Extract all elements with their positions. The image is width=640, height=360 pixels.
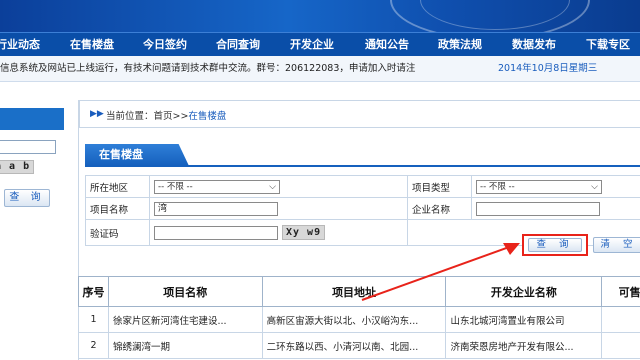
left-search-panel: a a b 查 询 bbox=[0, 88, 64, 360]
project-type-select-value: -- 不限 -- bbox=[480, 181, 515, 192]
project-name-input[interactable]: 湾 bbox=[154, 201, 278, 216]
header-banner bbox=[0, 0, 640, 32]
nav-item-downloads[interactable]: 下载专区 bbox=[586, 33, 630, 57]
project-address-cell: 高新区宙源大街以北、小汉峪沟东... bbox=[261, 306, 447, 333]
project-type-select[interactable]: -- 不限 -- ⌵ bbox=[476, 179, 602, 194]
chevron-down-icon: ⌵ bbox=[269, 181, 276, 192]
main-nav: 行业动态 在售楼盘 今日签约 合同查询 开发企业 通知公告 政策法规 数据发布 … bbox=[0, 32, 640, 56]
captcha-image[interactable]: Xy w9 bbox=[282, 225, 326, 240]
nav-item-today-signed[interactable]: 今日签约 bbox=[143, 33, 187, 57]
captcha-input[interactable] bbox=[154, 225, 278, 240]
breadcrumb-prefix: 当前位置：首页>> bbox=[106, 111, 189, 122]
table-row[interactable]: 2 锦绣澜湾一期 二环东路以西、小清河以南、北园... 济南荣恩房地产开发有限公… bbox=[78, 332, 640, 359]
section-title: 在售楼盘 bbox=[85, 144, 189, 166]
clear-button[interactable]: 清 空 bbox=[593, 237, 640, 253]
nav-item-industry-news[interactable]: 行业动态 bbox=[0, 33, 40, 57]
company-label: 企业名称 bbox=[407, 197, 472, 220]
nav-item-on-sale[interactable]: 在售楼盘 bbox=[70, 33, 114, 57]
available-cell bbox=[601, 306, 640, 333]
notice-ticker: 信息系统及网站已上线运行，有技术问题请到技术群中交流。群号：206122083，… bbox=[0, 56, 640, 82]
developer-cell: 山东北城河湾置业有限公司 bbox=[445, 306, 603, 333]
column-header: 项目地址 bbox=[261, 276, 447, 307]
region-select-value: -- 不限 -- bbox=[158, 181, 193, 192]
double-arrow-icon: ▶▶ bbox=[90, 109, 104, 119]
breadcrumb-current-link[interactable]: 在售楼盘 bbox=[188, 111, 226, 122]
column-header: 可售 bbox=[601, 276, 640, 307]
chevron-down-icon: ⌵ bbox=[591, 181, 598, 192]
left-panel-header bbox=[0, 108, 64, 130]
region-select[interactable]: -- 不限 -- ⌵ bbox=[154, 179, 280, 194]
left-captcha-image: a a b bbox=[0, 160, 34, 174]
project-name-cell[interactable]: 徐家片区新河湾住宅建设... bbox=[107, 306, 263, 333]
ticker-text: 信息系统及网站已上线运行，有技术问题请到技术群中交流。群号：206122083，… bbox=[0, 63, 416, 74]
nav-item-notices[interactable]: 通知公告 bbox=[365, 33, 409, 57]
query-button[interactable]: 查 询 bbox=[528, 238, 582, 252]
row-index: 2 bbox=[78, 332, 109, 359]
table-row[interactable]: 1 徐家片区新河湾住宅建设... 高新区宙源大街以北、小汉峪沟东... 山东北城… bbox=[78, 306, 640, 333]
region-label: 所在地区 bbox=[85, 175, 150, 198]
nav-item-contract-query[interactable]: 合同查询 bbox=[216, 33, 260, 57]
nav-item-developers[interactable]: 开发企业 bbox=[290, 33, 334, 57]
developer-cell: 济南荣恩房地产开发有限公... bbox=[445, 332, 603, 359]
current-date: 2014年10月8日星期三 bbox=[498, 63, 598, 74]
left-captcha-input[interactable] bbox=[0, 140, 56, 154]
breadcrumb-text: 当前位置：首页>>在售楼盘 bbox=[106, 108, 226, 122]
results-table: 序号 项目名称 项目地址 开发企业名称 可售 1 徐家片区新河湾住宅建设... … bbox=[78, 276, 640, 359]
project-name-cell[interactable]: 锦绣澜湾一期 bbox=[107, 332, 263, 359]
section-divider bbox=[85, 165, 640, 167]
company-name-input[interactable] bbox=[476, 201, 600, 216]
column-header: 序号 bbox=[78, 276, 109, 307]
column-header: 项目名称 bbox=[107, 276, 263, 307]
nav-item-data-release[interactable]: 数据发布 bbox=[512, 33, 556, 57]
row-index: 1 bbox=[78, 306, 109, 333]
available-cell bbox=[601, 332, 640, 359]
nav-item-policies[interactable]: 政策法规 bbox=[438, 33, 482, 57]
project-type-label: 项目类型 bbox=[407, 175, 472, 198]
breadcrumb: ▶▶ 当前位置：首页>>在售楼盘 bbox=[79, 100, 640, 128]
query-button-highlight: 查 询 bbox=[522, 234, 588, 256]
project-name-label: 项目名称 bbox=[85, 197, 150, 220]
captcha-label: 验证码 bbox=[85, 219, 150, 246]
results-header-row: 序号 项目名称 项目地址 开发企业名称 可售 bbox=[78, 276, 640, 307]
column-header: 开发企业名称 bbox=[445, 276, 603, 307]
left-query-button[interactable]: 查 询 bbox=[4, 189, 50, 207]
project-address-cell: 二环东路以西、小清河以南、北园... bbox=[261, 332, 447, 359]
